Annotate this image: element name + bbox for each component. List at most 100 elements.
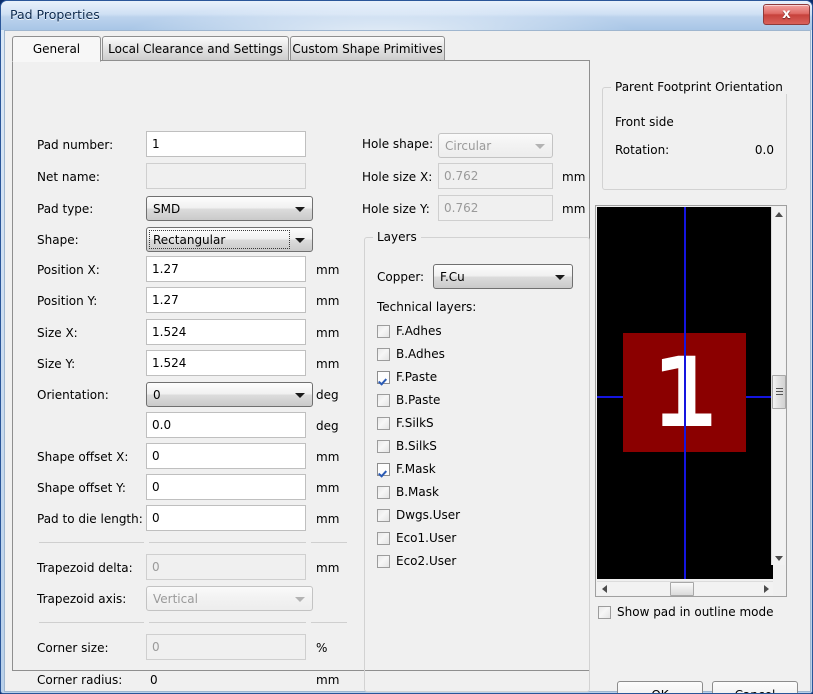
unit-hole-size-x: mm [562, 170, 586, 184]
orientation-select[interactable]: 0 [146, 382, 313, 407]
chevron-down-icon [295, 237, 305, 243]
hole-size-x-input[interactable]: 0.762 [438, 163, 553, 189]
chevron-left-icon [601, 585, 607, 593]
pad-number-input[interactable]: 1 [146, 131, 306, 157]
shape-offset-x-input[interactable]: 0 [146, 443, 306, 469]
shape-offset-y-input[interactable]: 0 [146, 474, 306, 500]
trapezoid-delta-input[interactable]: 0 [146, 554, 306, 580]
label-corner-radius: Corner radius: [37, 673, 123, 687]
layer-label: F.Paste [396, 370, 438, 384]
chevron-down-icon [775, 555, 783, 561]
shape-value: Rectangular [153, 232, 226, 247]
chevron-down-icon [555, 274, 565, 280]
checkbox-icon [377, 485, 390, 499]
checkbox-icon [377, 416, 390, 430]
corner-size-input[interactable]: 0 [146, 634, 306, 660]
tab-custom-label: Custom Shape Primitives [292, 41, 443, 56]
trapezoid-axis-select[interactable]: Vertical [146, 586, 313, 611]
layer-checkbox-f-paste[interactable]: F.Paste [377, 368, 437, 386]
layer-checkbox-dwgs-user[interactable]: Dwgs.User [377, 506, 460, 524]
layers-group-title: Layers [373, 230, 421, 244]
unit-orientation: deg [316, 388, 339, 402]
horizontal-scroll-thumb[interactable] [670, 582, 694, 596]
label-position-y: Position Y: [37, 294, 98, 308]
label-position-x: Position X: [37, 263, 100, 277]
window-title: Pad Properties [10, 7, 100, 22]
unit-position-y: mm [316, 294, 340, 308]
canvas-horizontal-scrollbar[interactable] [597, 581, 773, 596]
separator-trapezoid-left [39, 542, 144, 543]
show-pad-in-outline-mode-checkbox[interactable]: Show pad in outline mode [598, 603, 774, 621]
pad-preview-panel: 1 [595, 205, 787, 597]
vertical-scroll-thumb[interactable] [772, 375, 786, 409]
layer-checkbox-f-mask[interactable]: F.Mask [377, 460, 436, 478]
tab-page-general: Pad number: 1 Net name: Pad type: SMD Sh… [12, 60, 590, 692]
unit-shape-offset-x: mm [316, 450, 340, 464]
layer-checkbox-b-adhes[interactable]: B.Adhes [377, 345, 445, 363]
scroll-down-button[interactable] [772, 551, 786, 565]
label-size-y: Size Y: [37, 357, 76, 371]
grip-icon [776, 388, 783, 397]
close-button[interactable]: x [763, 4, 810, 25]
canvas-vertical-scrollbar[interactable] [771, 207, 786, 565]
label-pad-number: Pad number: [37, 138, 114, 152]
tab-local-clearance-and-settings[interactable]: Local Clearance and Settings [102, 36, 289, 61]
position-x-input[interactable]: 1.27 [146, 256, 306, 282]
hole-shape-select[interactable]: Circular [438, 133, 553, 158]
pad-type-select[interactable]: SMD [146, 196, 313, 221]
label-corner-size: Corner size: [37, 641, 109, 655]
separator-corner-left [39, 622, 144, 623]
label-pad-to-die-length: Pad to die length: [37, 512, 143, 526]
hole-size-y-input[interactable]: 0.762 [438, 195, 553, 221]
unit-corner-radius: mm [316, 673, 340, 687]
layer-label: Eco2.User [396, 554, 457, 568]
pad-to-die-length-input[interactable]: 0 [146, 505, 306, 531]
ok-button[interactable]: OK [617, 681, 703, 693]
tab-custom-shape-primitives[interactable]: Custom Shape Primitives [290, 36, 445, 61]
layer-checkbox-eco1-user[interactable]: Eco1.User [377, 529, 456, 547]
orientation-custom-input[interactable]: 0.0 [146, 412, 306, 438]
cancel-button[interactable]: Cancel [712, 681, 798, 693]
layer-checkbox-eco2-user[interactable]: Eco2.User [377, 552, 456, 570]
layer-label: F.Adhes [396, 324, 442, 338]
layer-checkbox-f-adhes[interactable]: F.Adhes [377, 322, 442, 340]
scroll-up-button[interactable] [772, 207, 786, 221]
net-name-input[interactable] [146, 163, 306, 189]
layer-label: Dwgs.User [396, 508, 461, 522]
position-y-input[interactable]: 1.27 [146, 287, 306, 313]
unit-pad-to-die-length: mm [316, 512, 340, 526]
window-titlebar: Pad Properties x [1, 1, 812, 30]
label-orientation: Orientation: [37, 388, 109, 402]
checkbox-icon [598, 605, 611, 619]
rotation-value: 0.0 [754, 143, 774, 157]
checkbox-icon [377, 508, 390, 522]
corner-radius-value: 0 [150, 673, 158, 687]
layer-checkbox-b-paste[interactable]: B.Paste [377, 391, 440, 409]
label-copper: Copper: [377, 270, 425, 284]
pad-preview-canvas[interactable]: 1 [597, 207, 773, 579]
layers-group: Layers Copper: F.Cu Technical layers: F.… [364, 230, 590, 692]
pad-properties-window: Pad Properties x General Local Clearance… [0, 0, 813, 694]
scroll-left-button[interactable] [597, 582, 611, 596]
layer-label: F.SilkS [396, 416, 434, 430]
tab-general[interactable]: General [12, 36, 101, 62]
size-y-input[interactable]: 1.524 [146, 350, 306, 376]
unit-size-y: mm [316, 357, 340, 371]
size-x-input[interactable]: 1.524 [146, 319, 306, 345]
separator-corner-mid [149, 622, 306, 623]
layer-checkbox-b-silks[interactable]: B.SilkS [377, 437, 437, 455]
separator-trapezoid-right [311, 542, 347, 543]
shape-select[interactable]: Rectangular [146, 227, 313, 252]
checkbox-checked-icon [377, 462, 390, 476]
copper-layer-select[interactable]: F.Cu [433, 264, 573, 289]
layer-checkbox-b-mask[interactable]: B.Mask [377, 483, 439, 501]
checkbox-icon [377, 439, 390, 453]
label-shape-offset-y: Shape offset Y: [37, 481, 126, 495]
label-trapezoid-delta: Trapezoid delta: [37, 561, 133, 575]
label-net-name: Net name: [37, 170, 100, 184]
layer-label: Eco1.User [396, 531, 457, 545]
unit-position-x: mm [316, 263, 340, 277]
unit-trapezoid-delta: mm [316, 561, 340, 575]
scroll-right-button[interactable] [759, 582, 773, 596]
layer-checkbox-f-silks[interactable]: F.SilkS [377, 414, 434, 432]
